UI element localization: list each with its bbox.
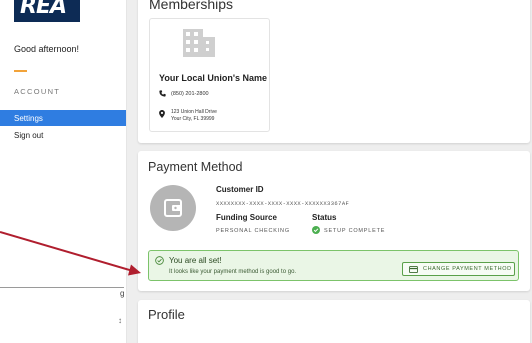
memberships-title: Memberships <box>149 0 234 12</box>
greeting-divider <box>14 70 27 72</box>
union-name: Your Local Union's Name <box>159 73 267 83</box>
sidebar-item-sign-out[interactable]: Sign out <box>14 131 43 140</box>
success-title: You are all set! <box>169 256 222 265</box>
wallet-avatar <box>150 185 196 231</box>
phone-icon <box>159 90 166 97</box>
profile-title: Profile <box>148 307 185 322</box>
union-address-line2: Your City, FL 39999 <box>171 116 215 122</box>
status-value: SETUP COMPLETE <box>324 228 386 234</box>
sidebar-item-settings[interactable]: Settings <box>0 110 126 126</box>
customer-id-label: Customer ID <box>216 185 264 194</box>
check-circle-icon <box>312 226 320 234</box>
logo[interactable]: REA <box>14 0 80 22</box>
success-alert: You are all set! It looks like your paym… <box>148 250 519 281</box>
union-address-line1: 123 Union Hall Drive <box>171 109 217 115</box>
credit-card-icon <box>409 266 418 273</box>
status-label: Status <box>312 213 337 222</box>
background-text-fragment: g <box>120 289 125 298</box>
resize-cursor-icon: ↕ <box>118 316 122 325</box>
payment-method-title: Payment Method <box>148 160 243 174</box>
main-content: Memberships Your Local Union's Name (850… <box>127 0 532 343</box>
logo-text: REA <box>20 0 67 19</box>
check-circle-outline-icon <box>155 256 164 265</box>
change-payment-method-button[interactable]: CHANGE PAYMENT METHOD <box>402 262 515 276</box>
wallet-icon <box>164 199 182 217</box>
location-pin-icon <box>159 110 165 118</box>
building-icon <box>183 29 215 57</box>
success-text: It looks like your payment method is goo… <box>169 269 297 275</box>
greeting-text: Good afternoon! <box>14 44 80 54</box>
change-payment-method-label: CHANGE PAYMENT METHOD <box>423 266 512 272</box>
customer-id-value: XXXXXXXX-XXXX-XXXX-XXXX-XXXXXX3367AF <box>216 200 350 207</box>
account-section-label: ACCOUNT <box>14 87 61 96</box>
profile-card: Profile <box>138 300 530 343</box>
sidebar: REA Good afternoon! ACCOUNT Settings Sig… <box>0 0 127 343</box>
payment-method-card: Payment Method Customer ID XXXXXXXX-XXXX… <box>138 151 530 291</box>
background-divider <box>0 287 124 288</box>
funding-source-label: Funding Source <box>216 213 277 222</box>
union-phone: (850) 201-2800 <box>171 91 209 97</box>
memberships-card: Memberships Your Local Union's Name (850… <box>138 0 530 143</box>
union-card[interactable]: Your Local Union's Name (850) 201-2800 1… <box>149 18 270 132</box>
funding-source-value: PERSONAL CHECKING <box>216 228 290 234</box>
